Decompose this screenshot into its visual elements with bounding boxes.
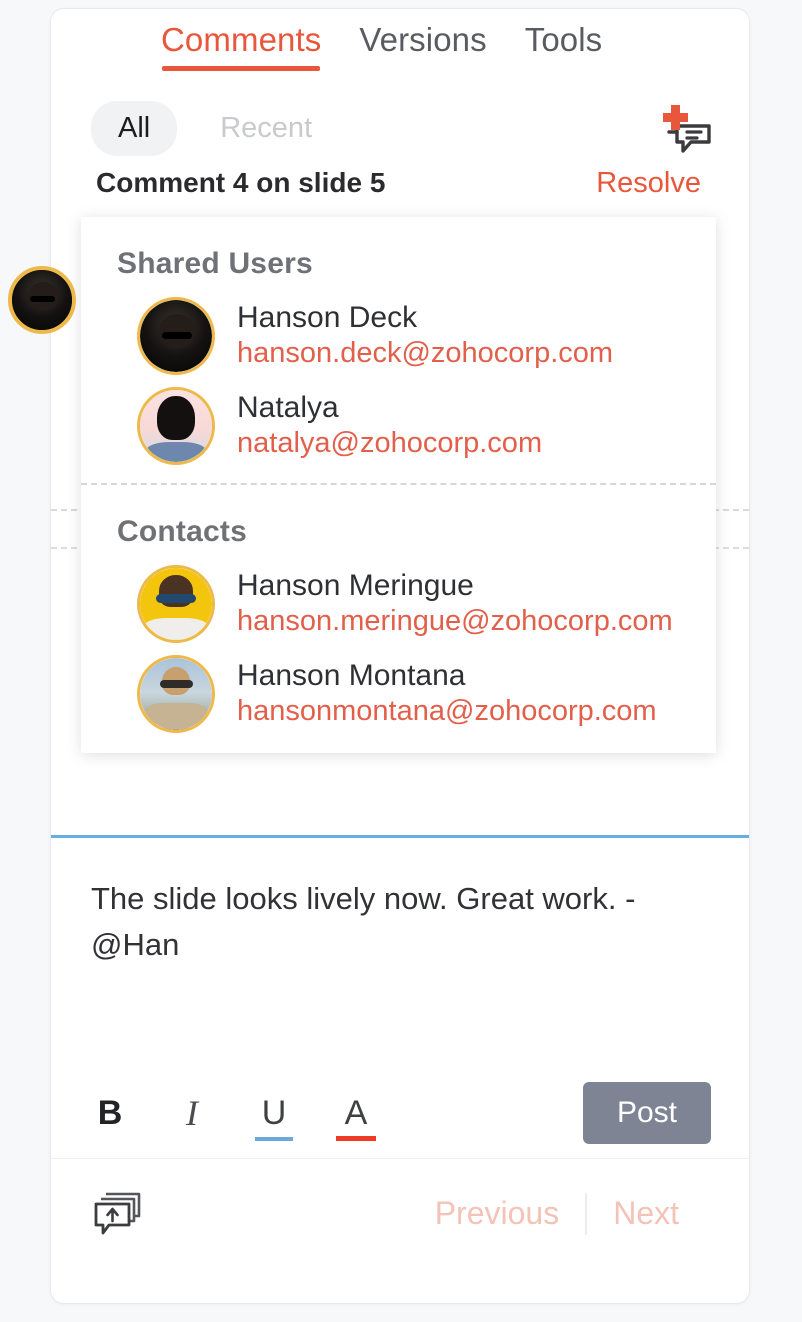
avatar	[137, 387, 215, 465]
comment-editor-wrap: The slide looks lively now. Great work. …	[51, 835, 749, 1158]
mention-option-name: Natalya	[237, 391, 339, 425]
comment-author-avatar[interactable]	[8, 266, 76, 334]
previous-button[interactable]: Previous	[409, 1195, 586, 1232]
next-button[interactable]: Next	[587, 1195, 705, 1232]
comments-panel: Comments Versions Tools All Recent Comme…	[50, 8, 750, 1304]
dropdown-group-title-shared-users: Shared Users	[117, 247, 313, 280]
filter-row: All Recent	[51, 71, 749, 157]
tab-comments[interactable]: Comments	[161, 21, 321, 71]
mention-option-text: Hanson Meringue hanson.meringue@zohocorp…	[237, 569, 673, 639]
mention-option-text: Natalya natalya@zohocorp.com	[237, 391, 542, 461]
slide-comment-icon[interactable]	[93, 1191, 143, 1237]
dropdown-group-title-contacts: Contacts	[117, 515, 247, 548]
mention-option-natalya[interactable]: Natalya natalya@zohocorp.com	[81, 381, 716, 471]
comment-body: Shared Users Hanson Deck hanson.deck@zoh…	[51, 217, 749, 835]
add-comment-icon[interactable]	[657, 102, 713, 154]
mention-option-email: hansonmontana@zohocorp.com	[237, 695, 657, 727]
filter-recent[interactable]: Recent	[193, 101, 339, 156]
mention-option-name: Hanson Deck	[237, 301, 418, 335]
avatar	[137, 655, 215, 733]
mention-option-name: Hanson Montana	[237, 659, 466, 693]
bold-button[interactable]: B	[93, 1096, 127, 1130]
mention-option-email: hanson.meringue@zohocorp.com	[237, 605, 673, 637]
bottom-bar: Previous Next	[51, 1158, 749, 1268]
comment-header: Comment 4 on slide 5 Resolve	[51, 157, 749, 217]
add-comment-icon-svg	[663, 105, 711, 153]
resolve-button[interactable]: Resolve	[596, 167, 701, 200]
mention-option-hanson-deck[interactable]: Hanson Deck hanson.deck@zohocorp.com	[81, 291, 716, 381]
mention-dropdown: Shared Users Hanson Deck hanson.deck@zoh…	[81, 217, 716, 753]
avatar	[137, 565, 215, 643]
mention-option-name: Hanson Meringue	[237, 569, 474, 603]
panel-tabs: Comments Versions Tools	[51, 9, 749, 71]
comment-title: Comment 4 on slide 5	[96, 167, 386, 198]
italic-button[interactable]: I	[175, 1095, 209, 1131]
mention-option-hanson-meringue[interactable]: Hanson Meringue hanson.meringue@zohocorp…	[81, 559, 716, 649]
post-button[interactable]: Post	[582, 1082, 711, 1144]
editor-toolbar: B I U A Post	[51, 1062, 749, 1158]
tab-versions[interactable]: Versions	[359, 21, 486, 71]
comment-input[interactable]: The slide looks lively now. Great work. …	[51, 838, 749, 1062]
mention-option-text: Hanson Montana hansonmontana@zohocorp.co…	[237, 659, 657, 729]
tab-tools[interactable]: Tools	[525, 21, 603, 71]
underline-button[interactable]: U	[255, 1096, 293, 1141]
mention-option-text: Hanson Deck hanson.deck@zohocorp.com	[237, 301, 613, 371]
mention-option-hanson-montana[interactable]: Hanson Montana hansonmontana@zohocorp.co…	[81, 649, 716, 739]
avatar-image	[12, 270, 72, 330]
slide-comment-icon-svg	[94, 1192, 141, 1234]
filter-all[interactable]: All	[91, 100, 178, 156]
avatar	[137, 297, 215, 375]
mention-option-email: hanson.deck@zohocorp.com	[237, 337, 614, 369]
font-color-button[interactable]: A	[336, 1096, 376, 1141]
mention-option-email: natalya@zohocorp.com	[237, 427, 543, 459]
